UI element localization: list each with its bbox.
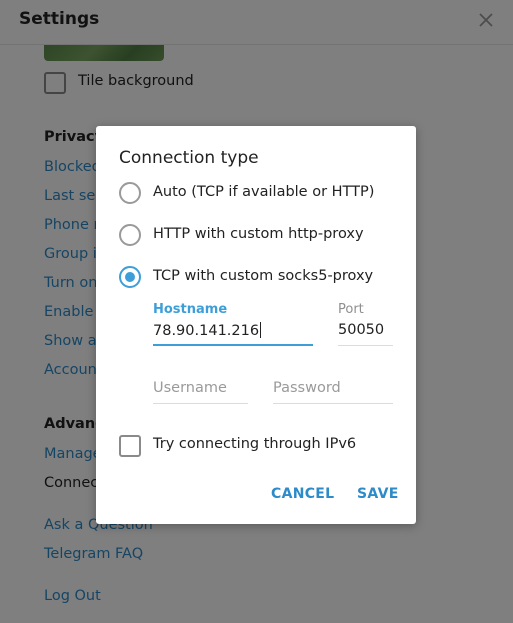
username-field[interactable]: Username	[153, 380, 248, 404]
radio-auto[interactable]	[119, 182, 141, 204]
port-field[interactable]: Port 50050	[338, 302, 393, 346]
hostname-value: 78.90.141.216	[153, 323, 260, 339]
option-auto-label[interactable]: Auto (TCP if available or HTTP)	[153, 184, 374, 200]
hostname-label: Hostname	[153, 302, 228, 317]
hostname-underline	[153, 344, 313, 346]
ipv6-label: Try connecting through IPv6	[153, 436, 357, 452]
password-input[interactable]: Password	[273, 380, 341, 396]
hostname-input[interactable]: 78.90.141.216	[153, 322, 262, 339]
connection-type-dialog: Connection type Auto (TCP if available o…	[96, 126, 416, 524]
option-socks5-label[interactable]: TCP with custom socks5-proxy	[153, 268, 373, 284]
port-input[interactable]: 50050	[338, 322, 384, 338]
port-label: Port	[338, 302, 364, 317]
text-caret	[260, 322, 262, 338]
radio-http-proxy[interactable]	[119, 224, 141, 246]
password-field[interactable]: Password	[273, 380, 393, 404]
username-input[interactable]: Username	[153, 380, 227, 396]
cancel-button[interactable]: CANCEL	[271, 486, 334, 502]
hostname-field[interactable]: Hostname 78.90.141.216	[153, 302, 313, 346]
ipv6-checkbox[interactable]	[119, 435, 141, 457]
dialog-title: Connection type	[119, 148, 259, 168]
password-underline	[273, 403, 393, 404]
port-underline	[338, 345, 393, 346]
option-http-label[interactable]: HTTP with custom http-proxy	[153, 226, 364, 242]
ipv6-option[interactable]: Try connecting through IPv6	[96, 435, 416, 459]
radio-socks5-proxy[interactable]	[119, 266, 141, 288]
username-underline	[153, 403, 248, 404]
save-button[interactable]: SAVE	[357, 486, 399, 502]
